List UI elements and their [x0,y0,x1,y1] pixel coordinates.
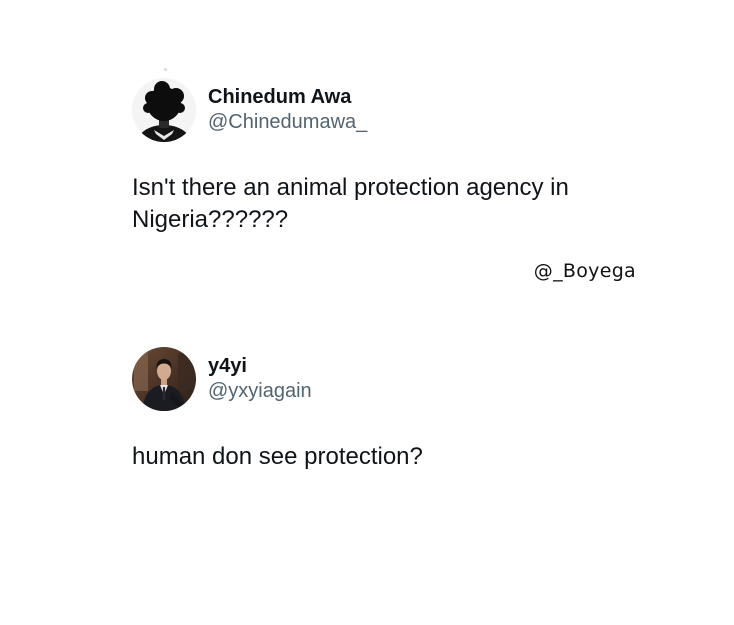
tweet-text: human don see protection? [132,443,423,470]
user-handle[interactable]: @Chinedumawa_ [208,109,367,135]
display-name[interactable]: y4yi [208,354,312,378]
decorative-dot [164,68,167,71]
avatar[interactable] [132,78,196,142]
tweet-card-1: Chinedum Awa @Chinedumawa_ Isn't there a… [132,78,652,236]
tweet-text: Isn't there an animal protection agency … [132,174,569,233]
display-name[interactable]: Chinedum Awa [208,85,367,109]
user-handle[interactable]: @yxyiagain [208,378,312,404]
author-names: Chinedum Awa @Chinedumawa_ [208,85,367,135]
tweet-card-2: y4yi @yxyiagain human don see protection… [132,347,652,473]
suited-man-photo-avatar-icon [132,347,196,411]
author-names: y4yi @yxyiagain [208,354,312,404]
watermark-credit: @_Boyega [533,260,636,282]
dark-hair-avatar-icon [132,78,196,142]
tweet-header: y4yi @yxyiagain [132,347,652,411]
tweet-header: Chinedum Awa @Chinedumawa_ [132,78,652,142]
avatar[interactable] [132,347,196,411]
